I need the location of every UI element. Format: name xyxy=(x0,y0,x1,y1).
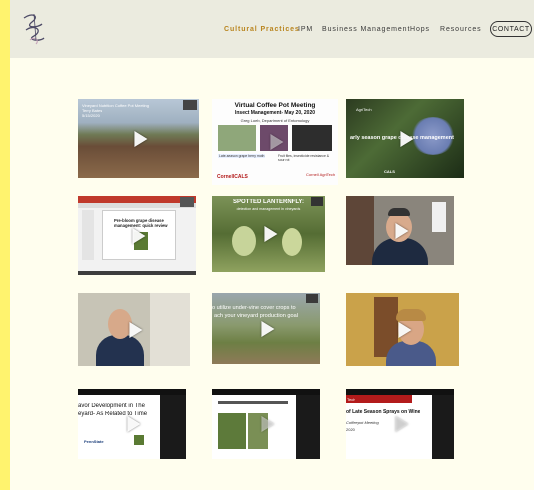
play-icon[interactable] xyxy=(261,320,275,337)
presenter-webcam xyxy=(183,100,197,110)
video-tile-spotted-lanternfly[interactable]: SPOTTED LANTERNFLY: detection and manage… xyxy=(212,196,325,272)
video-tile-late-season-sprays[interactable]: Tech of Late Season Sprays on Wine Coffe… xyxy=(346,389,454,459)
main-nav: Cultural Practices IPM Business Manageme… xyxy=(10,0,534,58)
video-title: o utilize under-vine cover crops to xyxy=(212,305,296,311)
video-tile-presenter-glasses[interactable] xyxy=(346,196,454,265)
nav-item-cultural-practices[interactable]: Cultural Practices xyxy=(224,26,300,33)
presenter-hair xyxy=(396,309,426,321)
video-title: Virtual Coffee Pot Meeting xyxy=(234,102,316,109)
video-subtitle: Insect Management- May 20, 2020 xyxy=(234,110,316,116)
ribbon xyxy=(78,203,196,208)
slide-panel xyxy=(82,210,94,260)
site-header: Cultural Practices IPM Business Manageme… xyxy=(10,0,534,58)
slide-caption: Fruit flies, insecticide resistance & so… xyxy=(278,154,330,162)
video-subtitle: Coffeepot Meeting xyxy=(346,420,379,425)
video-tile-presenter-office[interactable] xyxy=(78,293,190,366)
video-title: of Late Season Sprays on Wine xyxy=(346,409,421,415)
slide-photo xyxy=(292,125,332,151)
play-icon[interactable] xyxy=(397,321,411,338)
play-icon[interactable] xyxy=(263,226,277,242)
video-controls[interactable] xyxy=(78,271,196,275)
presenter-webcam xyxy=(306,294,318,303)
winery-logo xyxy=(134,435,144,445)
background-door xyxy=(346,196,374,265)
video-date: 5/15/2020 xyxy=(82,113,100,118)
pennstate-logo: PennState xyxy=(84,439,104,444)
play-icon[interactable] xyxy=(127,416,141,432)
cornell-agritech-logo: Cornell AgriTech xyxy=(306,172,336,177)
presenter-webcam xyxy=(432,395,454,459)
video-tile-prebloom-disease[interactable]: Pre-bloom grape disease management: quic… xyxy=(78,196,196,275)
presenter-webcam xyxy=(311,197,323,206)
nav-item-hops[interactable]: Hops xyxy=(410,26,430,33)
presenter-shirt xyxy=(96,335,144,366)
video-title: avor Development in The xyxy=(78,403,145,409)
play-icon[interactable] xyxy=(129,321,143,338)
video-tile-vineyard-slide[interactable] xyxy=(212,389,320,459)
video-tile-early-season-disease[interactable]: AgriTech arly season grape disease manag… xyxy=(346,99,464,178)
nav-item-ipm[interactable]: IPM xyxy=(298,26,313,33)
video-gallery: Vineyard Nutrition Coffee Pot Meeting Te… xyxy=(10,58,534,490)
slide-photo xyxy=(218,413,246,449)
video-tile-vineyard-nutrition[interactable]: Vineyard Nutrition Coffee Pot Meeting Te… xyxy=(78,99,199,178)
presenter-face xyxy=(108,309,132,339)
video-subtitle: ach your vineyard production goal xyxy=(214,313,298,319)
presenter-webcam xyxy=(180,197,194,207)
play-icon[interactable] xyxy=(270,134,284,150)
play-icon[interactable] xyxy=(133,130,147,147)
video-tile-flavor-development[interactable]: avor Development in The eyard- As Relate… xyxy=(78,389,186,459)
video-presenter: Greg Loeb, Department of Entomology xyxy=(240,118,310,123)
slide-photo xyxy=(218,125,256,151)
agritech-banner xyxy=(346,395,412,403)
app-toolbar xyxy=(78,196,196,203)
play-icon[interactable] xyxy=(395,222,409,239)
grape-cluster-photo xyxy=(232,226,256,256)
presenter-webcam xyxy=(160,395,186,459)
grape-cluster-photo xyxy=(282,228,302,256)
presenter-webcam xyxy=(296,395,320,459)
cals-logo: CALS xyxy=(384,169,395,174)
contact-button[interactable]: CONTACT xyxy=(490,21,532,37)
video-tile-presenter-yellow-room[interactable] xyxy=(346,293,459,366)
video-tile-undervine-cover-crops[interactable]: o utilize under-vine cover crops to ach … xyxy=(212,293,320,364)
presenter-hair xyxy=(388,208,410,216)
agritech-label: AgriTech xyxy=(356,107,372,112)
nav-item-resources[interactable]: Resources xyxy=(440,26,482,33)
video-tile-insect-management[interactable]: Virtual Coffee Pot Meeting Insect Manage… xyxy=(212,99,338,185)
slide-caption: Late-season grape berry moth xyxy=(218,154,266,158)
presenter-shirt xyxy=(372,238,428,265)
background-window xyxy=(150,293,190,366)
video-date: 2020 xyxy=(346,427,355,432)
slide-title-line xyxy=(218,401,288,404)
agritech-label: Tech xyxy=(347,397,356,402)
video-subtitle: detection and management in vineyards xyxy=(236,207,301,211)
play-icon[interactable] xyxy=(400,130,414,147)
nav-item-business-management[interactable]: Business Management xyxy=(322,26,410,33)
play-icon[interactable] xyxy=(395,416,409,432)
play-icon[interactable] xyxy=(132,227,146,244)
left-accent-strip xyxy=(0,0,10,490)
play-icon[interactable] xyxy=(261,416,275,432)
cornell-cals-logo: CornellCALS xyxy=(217,174,248,180)
video-title: SPOTTED LANTERNFLY: xyxy=(232,199,304,205)
background-wall-item xyxy=(432,202,446,232)
